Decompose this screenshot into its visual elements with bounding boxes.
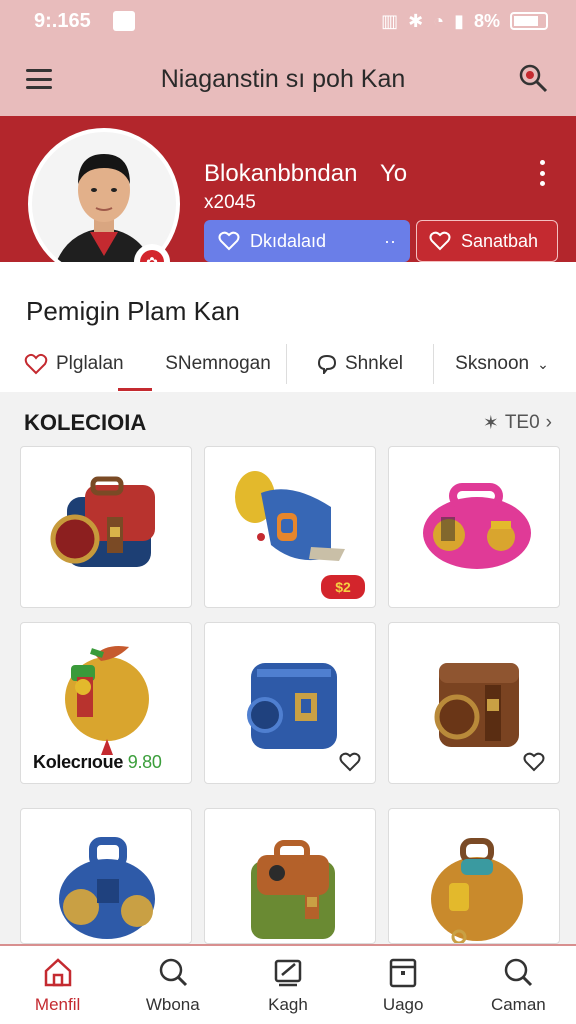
heart-icon[interactable] <box>339 751 361 773</box>
collection-card[interactable] <box>20 446 192 608</box>
battery-text: 8% <box>473 10 500 31</box>
collection-card[interactable] <box>388 808 560 944</box>
more-options-icon[interactable] <box>536 160 548 186</box>
follow-label: Dkıdalaıd <box>250 230 327 251</box>
tab-snemnogan[interactable]: SNemnogan <box>150 344 286 384</box>
collection-card[interactable] <box>388 446 560 608</box>
calendar-icon <box>389 958 417 988</box>
profile-subtitle: x2045 <box>204 192 256 213</box>
tab-label: Plglalan <box>56 353 124 374</box>
tab-shnkel[interactable]: Shnkel <box>287 344 433 384</box>
collection-header: KOLECIOIA ✶ TE0 › <box>24 408 552 438</box>
profile-name: Blokanbbndan <box>204 160 358 187</box>
nav-label: Uago <box>382 995 424 1014</box>
green-bag-image <box>251 840 335 939</box>
status-bar: 9:.165 ▥ ✱ ◔ ▮ 8% <box>0 0 576 42</box>
heart-icon[interactable] <box>523 751 545 773</box>
profile-name-suffix: Yo <box>380 160 408 187</box>
see-all-label: TE0 <box>504 412 540 433</box>
tab-label: Sksnoon <box>455 353 530 374</box>
wifi-icon: ◔ <box>433 10 445 31</box>
item-tag: Kolecrıoue 9.80 <box>33 752 162 773</box>
notification-icon <box>112 11 135 31</box>
collection-card[interactable] <box>204 622 376 784</box>
fruit-bag-image <box>65 646 149 755</box>
heart-icon <box>218 231 240 251</box>
nav-item-menfil[interactable]: Menfil <box>8 955 108 1015</box>
chat-icon <box>317 354 336 374</box>
search-profile-icon[interactable] <box>514 61 550 97</box>
save-button[interactable]: Sanatbah <box>416 220 558 262</box>
search-icon <box>159 958 187 987</box>
follow-extra: ·· <box>384 230 396 251</box>
nav-item-kagh[interactable]: Kagh <box>238 955 338 1015</box>
collection-card[interactable] <box>20 808 192 944</box>
tab-bar: Plglalan SNemnogan Shnkel Sksnoon ⌄ <box>0 338 576 390</box>
edit-icon <box>274 959 302 987</box>
nav-label: Caman <box>490 995 546 1014</box>
nav-label: Kagh <box>268 995 308 1014</box>
follow-button[interactable]: Dkıdalaıd ·· <box>204 220 410 262</box>
tab-label: Shnkel <box>344 353 404 374</box>
home-icon <box>44 958 71 987</box>
nav-item-uago[interactable]: Uago <box>353 955 453 1015</box>
status-time: 9:.165 <box>34 9 91 32</box>
chevron-down-icon: ⌄ <box>537 355 549 372</box>
heart-icon <box>24 353 48 375</box>
save-label: Sanatbah <box>461 230 539 251</box>
tab-plglalan[interactable]: Plglalan <box>24 344 150 384</box>
bottom-nav: Menfil Wbona Kagh Uago Caman <box>0 944 576 1024</box>
bluetooth-icon: ✱ <box>408 10 424 31</box>
collection-title: KOLECIOIA <box>24 410 147 435</box>
menu-icon[interactable] <box>26 69 52 89</box>
tab-sksnoon[interactable]: Sksnoon ⌄ <box>434 344 570 384</box>
gold-bag-image <box>431 838 523 943</box>
collection-card[interactable]: Kolecrıoue 9.80 <box>20 622 192 784</box>
item-tag-label: Kolecrıoue <box>33 752 124 772</box>
round-bag-image <box>59 837 155 939</box>
signal-icon: ▮ <box>454 10 464 31</box>
page-title: Pemigin Plam Kan <box>26 296 240 326</box>
item-tag-price: 9.80 <box>127 752 162 772</box>
status-right: ▥ ✱ ◔ ▮ 8% <box>381 11 548 32</box>
status-left: 9:.165 <box>34 10 135 33</box>
nav-item-caman[interactable]: Caman <box>468 955 568 1015</box>
battery-icon <box>510 12 548 30</box>
nav-item-wbona[interactable]: Wbona <box>123 955 223 1015</box>
price-badge: $2 <box>321 575 365 599</box>
sim-icon: ▥ <box>381 10 399 31</box>
collection-card[interactable] <box>388 622 560 784</box>
search-icon <box>505 958 533 987</box>
sparkle-icon: ✶ <box>482 412 499 434</box>
backpack-image <box>50 476 155 567</box>
see-all-link[interactable]: ✶ TE0 › <box>483 412 552 435</box>
pouch-image <box>423 483 531 569</box>
heart-icon <box>429 231 451 251</box>
nav-label: Wbona <box>145 995 200 1014</box>
active-tab-indicator <box>118 388 152 391</box>
app-title: Niaganstin sı poh Kan <box>160 64 406 93</box>
chevron-right-icon: › <box>545 412 552 433</box>
tab-label: SNemnogan <box>165 353 271 374</box>
collection-card[interactable]: $2 <box>204 446 376 608</box>
app-bar: Niaganstin sı poh Kan <box>0 42 576 116</box>
collection-card[interactable] <box>204 808 376 944</box>
nav-label: Menfil <box>34 995 81 1014</box>
